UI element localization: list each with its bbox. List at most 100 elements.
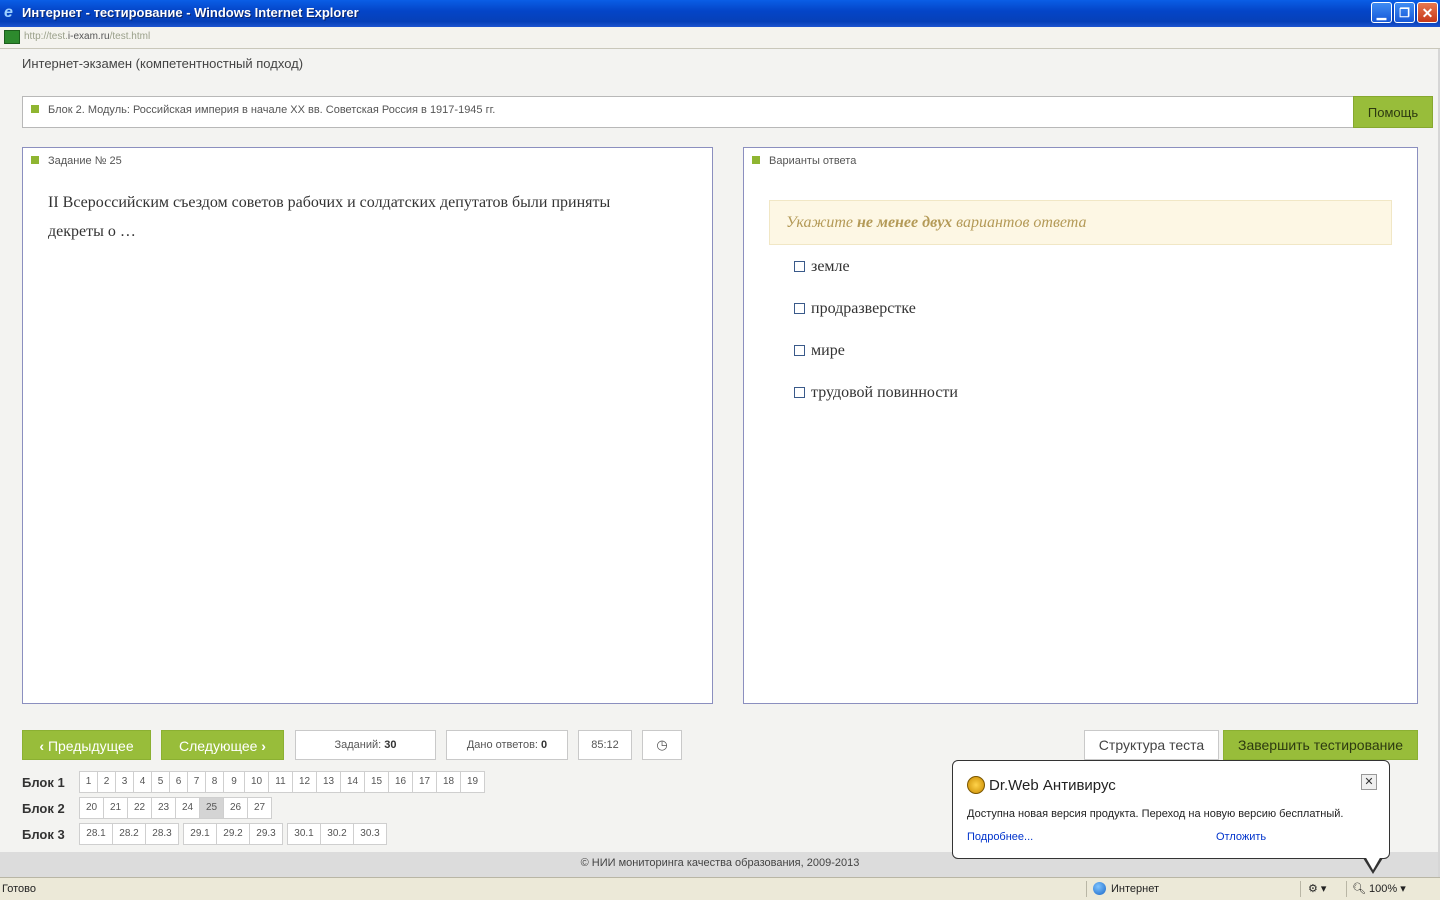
block-3-label: Блок 3: [22, 827, 65, 842]
task-number-cell[interactable]: 22: [127, 797, 152, 819]
task-number-cell[interactable]: 17: [412, 771, 437, 793]
status-ready: Готово: [2, 883, 36, 895]
security-zone[interactable]: Интернет: [1093, 882, 1159, 895]
task-number-cell[interactable]: 25: [199, 797, 224, 819]
timer: 85:12: [578, 730, 632, 760]
task-number-cell[interactable]: 2: [97, 771, 116, 793]
url-prefix: http://test.: [24, 31, 68, 42]
answer-option[interactable]: мире: [794, 342, 845, 360]
bullet-icon: [31, 156, 39, 164]
task-number-cell[interactable]: 16: [388, 771, 413, 793]
task-number-cell[interactable]: 28.3: [145, 823, 179, 845]
answer-option-label: земле: [811, 258, 850, 275]
test-structure-button[interactable]: Структура теста: [1084, 730, 1219, 760]
answer-option[interactable]: земле: [794, 258, 850, 276]
answers-panel: Варианты ответа Укажите не менее двух ва…: [743, 147, 1418, 704]
answer-option-label: трудовой повинности: [811, 384, 958, 401]
chevron-left-icon: ‹: [39, 738, 48, 754]
task-number-cell[interactable]: 15: [364, 771, 389, 793]
status-separator: [1300, 881, 1301, 897]
globe-icon: [1093, 882, 1106, 895]
answer-hint: Укажите не менее двух вариантов ответа: [769, 200, 1392, 245]
status-bar: Готово Интернет ⚙ ▾ 🔍︎ 100% ▾: [0, 877, 1440, 900]
task-number-cell[interactable]: 30.3: [353, 823, 387, 845]
next-button[interactable]: Следующее ›: [161, 730, 284, 760]
task-number-cell[interactable]: 19: [460, 771, 485, 793]
task-number-cell[interactable]: 29.2: [216, 823, 250, 845]
block-1-label: Блок 1: [22, 775, 65, 790]
protected-mode-icon[interactable]: ⚙ ▾: [1308, 882, 1326, 895]
answer-option-label: мире: [811, 342, 845, 359]
task-number-cell[interactable]: 20: [79, 797, 104, 819]
task-number-cell[interactable]: 27: [247, 797, 272, 819]
task-number-cell[interactable]: 14: [340, 771, 365, 793]
tasks-count: 30: [384, 739, 397, 751]
task-number-cell[interactable]: 26: [223, 797, 248, 819]
url-path: /test.html: [109, 31, 151, 42]
answer-option[interactable]: продразверстке: [794, 300, 916, 318]
task-number-cell[interactable]: 4: [133, 771, 152, 793]
zoom-level: 100%: [1369, 883, 1398, 895]
help-button[interactable]: Помощь: [1353, 96, 1433, 128]
task-number-cell[interactable]: 28.1: [79, 823, 113, 845]
clock-icon[interactable]: ◷: [642, 730, 682, 760]
task-number-cell[interactable]: 7: [187, 771, 206, 793]
answer-option[interactable]: трудовой повинности: [794, 384, 958, 402]
window-titlebar: e Интернет - тестирование - Windows Inte…: [0, 0, 1440, 27]
url-domain: i-exam.ru: [67, 31, 110, 42]
window-title: Интернет - тестирование - Windows Intern…: [22, 5, 359, 20]
task-number-cell[interactable]: 28.2: [112, 823, 146, 845]
prev-button[interactable]: ‹ Предыдущее: [22, 730, 151, 760]
task-number-cell[interactable]: 30.2: [320, 823, 354, 845]
drweb-notification: Dr.Web Антивирус ✕ Доступна новая версия…: [952, 760, 1390, 874]
block-header: Блок 2. Модуль: Российская империя в нач…: [22, 96, 1433, 128]
status-separator: [1086, 881, 1087, 897]
maximize-button[interactable]: ❐: [1394, 2, 1415, 23]
task-number-cell[interactable]: 29.1: [183, 823, 217, 845]
drweb-message: Доступна новая версия продукта. Переход …: [967, 808, 1344, 820]
close-window-button[interactable]: ✕: [1417, 2, 1438, 23]
task-number-cell[interactable]: 1: [79, 771, 98, 793]
task-number-cell[interactable]: 3: [115, 771, 134, 793]
answer-checkbox[interactable]: [794, 303, 805, 314]
answer-option-label: продразверстке: [811, 300, 916, 317]
answers-title: Варианты ответа: [769, 155, 857, 167]
address-url[interactable]: http://test.i-exam.ru/test.html: [24, 31, 150, 42]
task-number-cell[interactable]: 13: [316, 771, 341, 793]
task-number-cell[interactable]: 8: [205, 771, 224, 793]
bullet-icon: [31, 105, 39, 113]
task-number-cell[interactable]: 24: [175, 797, 200, 819]
task-number-cell[interactable]: 23: [151, 797, 176, 819]
task-number-cell[interactable]: 18: [436, 771, 461, 793]
drweb-logo-icon: [967, 776, 985, 794]
answered-count-box: Дано ответов: 0: [446, 730, 568, 760]
answer-checkbox[interactable]: [794, 387, 805, 398]
answer-checkbox[interactable]: [794, 261, 805, 272]
address-bar[interactable]: http://test.i-exam.ru/test.html: [0, 27, 1440, 49]
ie-logo-icon: e: [4, 4, 13, 21]
answers-title-wrap: Варианты ответа: [752, 155, 856, 167]
answered-count: 0: [541, 739, 548, 751]
drweb-more-link[interactable]: Подробнее...: [967, 831, 1033, 843]
task-number-cell[interactable]: 29.3: [249, 823, 283, 845]
minimize-button[interactable]: ▁: [1371, 2, 1392, 23]
close-icon[interactable]: ✕: [1361, 774, 1377, 790]
page-content: Интернет-экзамен (компетентностный подхо…: [0, 49, 1440, 877]
finish-test-button[interactable]: Завершить тестирование: [1223, 730, 1418, 760]
drweb-postpone-link[interactable]: Отложить: [1216, 831, 1266, 843]
task-number-cell[interactable]: 12: [292, 771, 317, 793]
tasks-label: Заданий:: [334, 739, 385, 751]
hint-before: Укажите: [786, 214, 857, 231]
task-number-cell[interactable]: 10: [244, 771, 269, 793]
zoom-control[interactable]: 🔍︎ 100% ▾: [1352, 882, 1406, 895]
task-number-cell[interactable]: 9: [223, 771, 245, 793]
answer-checkbox[interactable]: [794, 345, 805, 356]
block-2-label: Блок 2: [22, 801, 65, 816]
task-number-cell[interactable]: 21: [103, 797, 128, 819]
task-number-cell[interactable]: 5: [151, 771, 170, 793]
task-number-cell[interactable]: 30.1: [287, 823, 321, 845]
task-number-cell[interactable]: 6: [169, 771, 188, 793]
task-number-cell[interactable]: 11: [268, 771, 293, 793]
prev-label: Предыдущее: [47, 738, 134, 754]
block-label-wrap: Блок 2. Модуль: Российская империя в нач…: [31, 104, 495, 116]
